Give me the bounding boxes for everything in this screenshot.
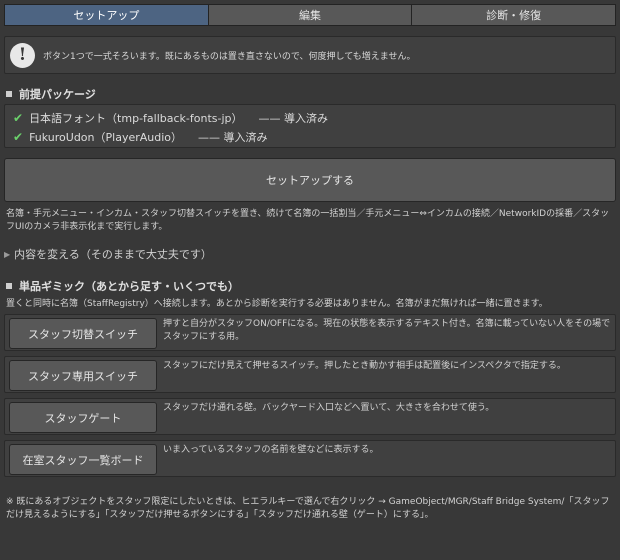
options-foldout[interactable]: ▶ 内容を変える（そのままで大丈夫です） <box>4 246 212 262</box>
foldout-label[interactable]: 内容を変える（そのままで大丈夫です） <box>14 246 212 262</box>
prereq-package-list: ✔ 日本語フォント（tmp-fallback-fonts-jp） —— 導入済み… <box>4 104 616 148</box>
gimmick-description: スタッフにだけ見えて押せるスイッチ。押したとき動かす相手は配置後にインスペクタで… <box>163 361 566 371</box>
footnote: ※ 既にあるオブジェクトをスタッフ限定にしたいときは、ヒエラルキーで選んで右クリ… <box>6 497 610 520</box>
tab-bar: セットアップ 編集 診断・修復 <box>4 4 617 26</box>
package-name: FukuroUdon（PlayerAudio） <box>29 130 183 144</box>
gimmick-description: いま入っているスタッフの名前を壁などに表示する。 <box>163 445 379 455</box>
gimmick-row: スタッフ切替スイッチ 押すと自分がスタッフON/OFFになる。現在の状態を表示す… <box>4 314 616 351</box>
gimmick-row: スタッフゲート スタッフだけ通れる壁。バックヤード入口などへ置いて、大きさを合わ… <box>4 398 616 435</box>
gimmick-description: 押すと自分がスタッフON/OFFになる。現在の状態を表示するテキスト付き。名簿に… <box>163 319 611 342</box>
staff-gate-button[interactable]: スタッフゲート <box>9 402 157 433</box>
tab-diagnose-repair[interactable]: 診断・修復 <box>412 4 617 26</box>
tab-edit[interactable]: 編集 <box>208 4 413 26</box>
package-status: —— 導入済み <box>198 130 268 144</box>
prereq-section-header: 前提パッケージ <box>6 86 96 102</box>
staff-toggle-switch-button[interactable]: スタッフ切替スイッチ <box>9 318 157 349</box>
package-row: ✔ FukuroUdon（PlayerAudio） —— 導入済み <box>5 127 615 146</box>
checkmark-icon: ✔ <box>13 129 24 144</box>
info-box: ! ボタン1つで一式そろいます。既にあるものは置き直さないので、何度押しても増え… <box>4 36 616 74</box>
section-bullet-icon <box>6 91 12 97</box>
gimmick-title: 単品ギミック（あとから足す・いくつでも） <box>19 280 239 293</box>
setup-button[interactable]: セットアップする <box>4 158 616 202</box>
foldout-arrow-icon[interactable]: ▶ <box>4 250 10 259</box>
checkmark-icon: ✔ <box>13 110 24 125</box>
tab-setup[interactable]: セットアップ <box>4 4 209 26</box>
gimmick-description: スタッフだけ通れる壁。バックヤード入口などへ置いて、大きさを合わせて使う。 <box>163 403 495 413</box>
gimmick-row: スタッフ専用スイッチ スタッフにだけ見えて押せるスイッチ。押したとき動かす相手は… <box>4 356 616 393</box>
prereq-title: 前提パッケージ <box>19 88 96 101</box>
info-icon: ! <box>10 42 35 68</box>
gimmick-subtitle: 置くと同時に名簿（StaffRegistry）へ接続します。あとから診断を実行す… <box>6 299 548 309</box>
package-status: —— 導入済み <box>258 111 329 125</box>
setup-description: 名簿・手元メニュー・インカム・スタッフ切替スイッチを置き、続けて名簿の一括割当／… <box>6 209 610 232</box>
staff-list-board-button[interactable]: 在室スタッフ一覧ボード <box>9 444 157 475</box>
package-name: 日本語フォント（tmp-fallback-fonts-jp） <box>29 111 243 125</box>
section-bullet-icon <box>6 283 12 289</box>
info-text: ボタン1つで一式そろいます。既にあるものは置き直さないので、何度押しても増えませ… <box>43 51 416 62</box>
gimmick-row: 在室スタッフ一覧ボード いま入っているスタッフの名前を壁などに表示する。 <box>4 440 616 477</box>
gimmick-section-header: 単品ギミック（あとから足す・いくつでも） <box>6 278 239 294</box>
staff-only-switch-button[interactable]: スタッフ専用スイッチ <box>9 360 157 391</box>
package-row: ✔ 日本語フォント（tmp-fallback-fonts-jp） —— 導入済み <box>5 108 615 127</box>
